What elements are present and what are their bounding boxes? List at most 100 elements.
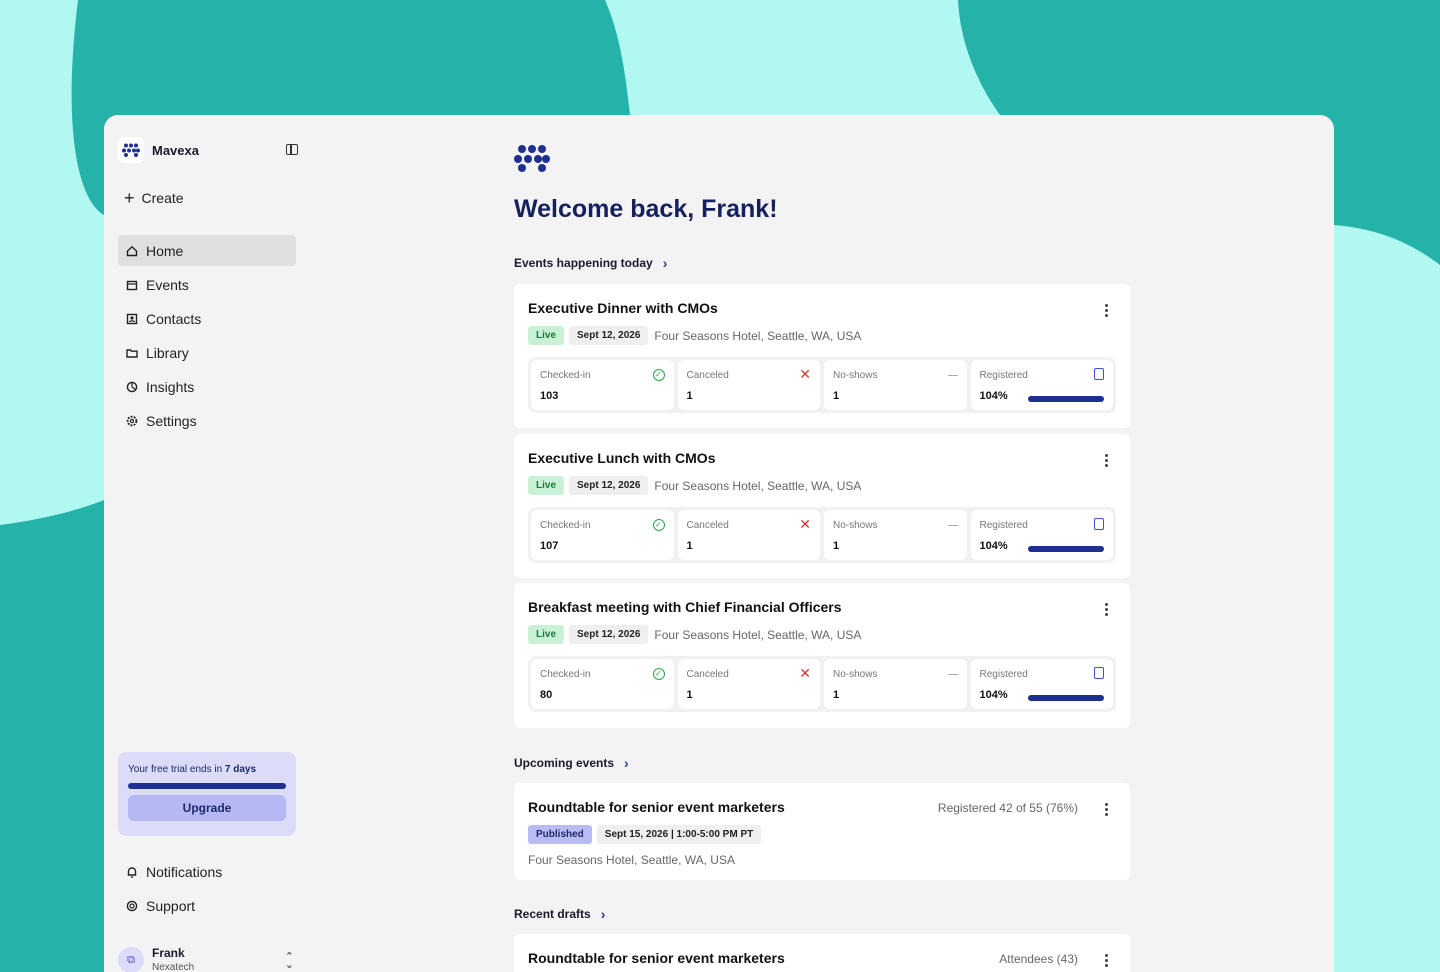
status-badge: Published	[528, 825, 592, 844]
status-badge: Live	[528, 326, 565, 345]
gear-icon	[126, 415, 138, 427]
stat-value: 107	[540, 540, 559, 552]
event-title: Executive Lunch with CMOs	[528, 450, 716, 466]
stat-label: Canceled	[686, 520, 729, 531]
close-icon: ✕	[799, 516, 811, 532]
stat-no-shows: No-shows ⌣⌣ 1	[824, 510, 967, 560]
stat-label: Checked-in	[540, 370, 591, 381]
stat-label: No-shows	[833, 520, 878, 531]
more-options-icon[interactable]	[1105, 454, 1108, 469]
stat-value: 80	[540, 689, 553, 701]
sidebar-item-label: Events	[146, 276, 189, 293]
events-today-link[interactable]: Events happening today ›	[514, 255, 667, 271]
section-title: Events happening today	[514, 256, 653, 270]
check-circle-icon: ✓	[652, 369, 665, 381]
trial-progress-bar	[128, 783, 286, 789]
calendar-icon	[126, 279, 138, 291]
event-location: Four Seasons Hotel, Seattle, WA, USA	[654, 478, 862, 493]
section-title: Upcoming events	[514, 756, 615, 770]
user-menu[interactable]: ⧉ Frank Nexatech ⌃ ⌄	[118, 942, 296, 972]
main-nav: Home Events Contacts Library Insights Se…	[118, 235, 296, 439]
stat-no-shows: No-shows ⌣⌣ 1	[824, 360, 967, 410]
stat-no-shows: No-shows ⌣⌣ 1	[824, 659, 967, 709]
chevron-right-icon: ›	[662, 255, 668, 271]
event-card[interactable]: Executive Dinner with CMOs Live Sept 12,…	[514, 284, 1130, 428]
brand-name: Mavexa	[152, 142, 199, 158]
stat-label: No-shows	[833, 669, 878, 680]
close-icon: ✕	[799, 665, 811, 681]
more-options-icon[interactable]	[1105, 803, 1108, 818]
recent-drafts-link[interactable]: Recent drafts ›	[514, 906, 605, 922]
more-options-icon[interactable]	[1105, 304, 1108, 319]
sidebar-item-home[interactable]: Home	[118, 235, 296, 266]
sidebar-item-label: Insights	[146, 378, 195, 395]
stat-value: 1	[833, 540, 840, 552]
sidebar-item-settings[interactable]: Settings	[118, 405, 296, 436]
event-stats: Checked-in ✓ 80 Canceled ✕ 1 No-shows ⌣⌣…	[528, 656, 1116, 712]
folder-icon	[126, 347, 138, 359]
event-location: Four Seasons Hotel, Seattle, WA, USA	[654, 627, 862, 642]
stat-label: Canceled	[686, 370, 729, 381]
event-stats: Checked-in ✓ 107 Canceled ✕ 1 No-shows ⌣…	[528, 507, 1116, 563]
chevron-right-icon: ›	[600, 906, 606, 922]
draft-card[interactable]: Roundtable for senior event marketers At…	[514, 934, 1130, 972]
event-meta: Live Sept 12, 2026 Four Seasons Hotel, S…	[528, 326, 861, 345]
trial-text-prefix: Your free trial ends in	[128, 764, 225, 775]
sidebar-item-contacts[interactable]: Contacts	[118, 303, 296, 334]
sidebar-item-insights[interactable]: Insights	[118, 371, 296, 402]
more-options-icon[interactable]	[1105, 603, 1108, 618]
bottom-nav: Notifications Support	[118, 856, 296, 924]
sidebar-toggle-icon[interactable]	[286, 144, 298, 155]
date-badge: Sept 12, 2026	[569, 476, 649, 495]
sidebar: Mavexa + Create Home Events Contacts Lib…	[104, 115, 304, 972]
stat-canceled: Canceled ✕ 1	[677, 510, 820, 560]
stat-value: 1	[833, 390, 840, 402]
user-name: Frank	[152, 946, 185, 960]
create-button[interactable]: + Create	[124, 189, 184, 207]
trial-text: Your free trial ends in 7 days	[128, 764, 286, 775]
stat-registered: Registered 104%	[970, 360, 1113, 410]
chevron-updown-icon[interactable]: ⌃ ⌄	[285, 951, 294, 970]
event-card[interactable]: Breakfast meeting with Chief Financial O…	[514, 583, 1130, 728]
stat-registered: Registered 104%	[970, 659, 1113, 709]
sidebar-item-support[interactable]: Support	[118, 890, 296, 921]
sidebar-item-events[interactable]: Events	[118, 269, 296, 300]
stat-canceled: Canceled ✕ 1	[677, 360, 820, 410]
draft-title: Roundtable for senior event marketers	[528, 950, 785, 966]
stat-value: 103	[540, 390, 559, 402]
sidebar-item-label: Notifications	[146, 863, 223, 880]
registered-progress-bar	[1028, 396, 1104, 402]
chart-pie-icon	[126, 381, 138, 393]
stat-label: Checked-in	[540, 520, 591, 531]
status-badge: Live	[528, 476, 565, 495]
stat-value: 104%	[979, 390, 1008, 402]
upcoming-events-link[interactable]: Upcoming events ›	[514, 755, 629, 771]
user-org: Nexatech	[152, 962, 195, 972]
trial-days: 7 days	[224, 764, 257, 775]
create-label: Create	[141, 190, 184, 206]
check-circle-icon: ✓	[652, 668, 665, 680]
app-window: Mavexa + Create Home Events Contacts Lib…	[104, 115, 1334, 972]
event-meta: Published Sept 15, 2026 | 1:00-5:00 PM P…	[528, 825, 762, 844]
sidebar-item-library[interactable]: Library	[118, 337, 296, 368]
eye-closed-icon: ⌣⌣	[947, 669, 959, 679]
sidebar-item-label: Support	[146, 897, 196, 914]
page-title: Welcome back, Frank!	[514, 195, 778, 223]
stat-label: Canceled	[686, 669, 729, 680]
date-badge: Sept 12, 2026	[569, 625, 649, 644]
event-location: Four Seasons Hotel, Seattle, WA, USA	[654, 328, 862, 343]
bell-icon	[126, 866, 138, 878]
clipboard-icon	[1094, 518, 1104, 530]
stat-value: 1	[686, 689, 693, 701]
home-icon	[126, 245, 138, 257]
more-options-icon[interactable]	[1105, 954, 1108, 969]
clipboard-icon	[1094, 667, 1104, 679]
mavexa-logo-icon	[514, 143, 550, 178]
section-title: Recent drafts	[514, 907, 591, 921]
event-card[interactable]: Executive Lunch with CMOs Live Sept 12, …	[514, 434, 1130, 578]
upgrade-button[interactable]: Upgrade	[128, 795, 286, 821]
upcoming-event-card[interactable]: Roundtable for senior event marketers Re…	[514, 783, 1130, 880]
stat-value: 104%	[979, 540, 1008, 552]
sidebar-item-notifications[interactable]: Notifications	[118, 856, 296, 887]
chevron-right-icon: ›	[624, 755, 629, 771]
